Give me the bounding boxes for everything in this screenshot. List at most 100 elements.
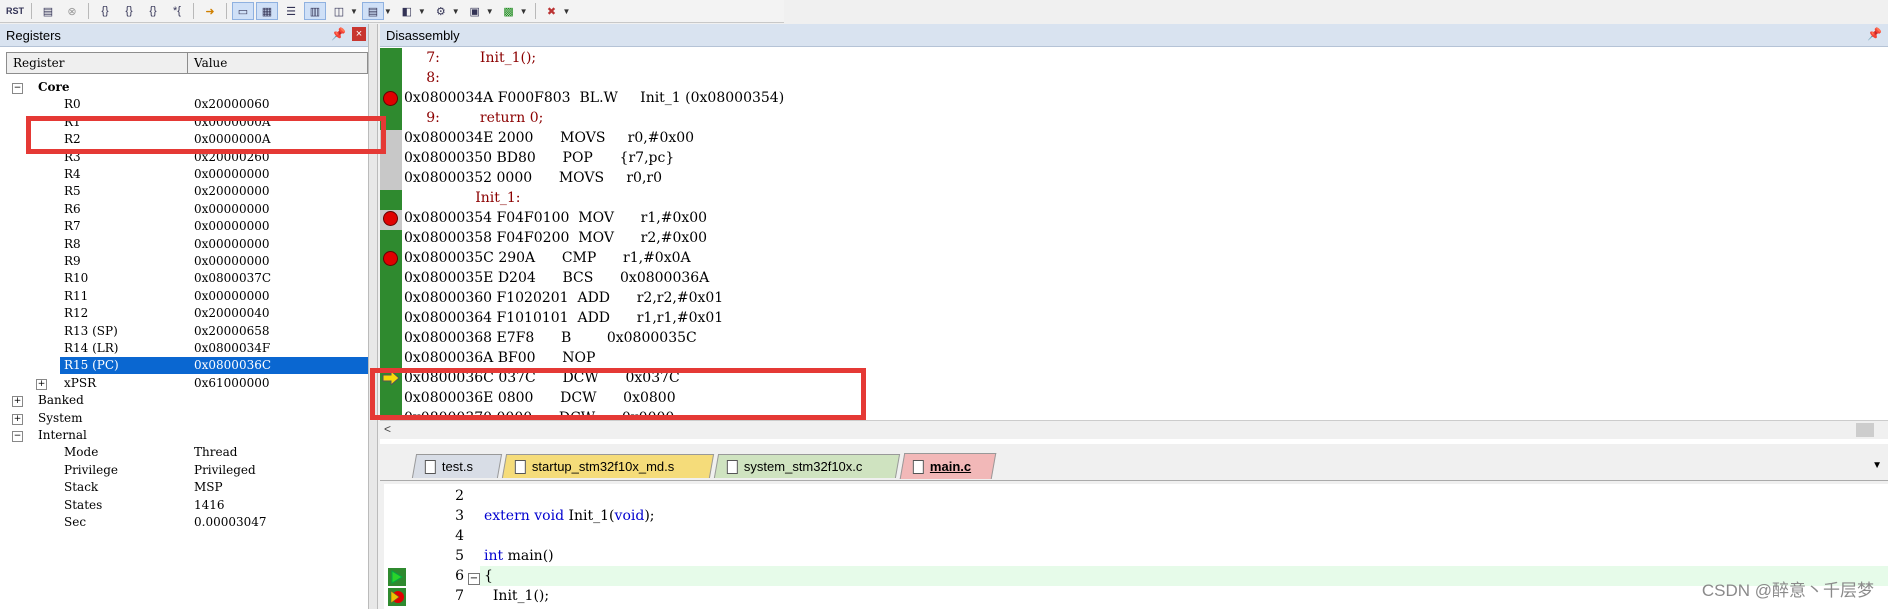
register-value[interactable]: 0x00000000 — [194, 201, 269, 218]
system-viewer-icon[interactable]: ▩ — [498, 2, 520, 20]
memory-window-icon[interactable]: ▤ — [361, 2, 384, 20]
symbols-window-icon[interactable]: ☰ — [280, 2, 302, 20]
register-row[interactable]: Sec 0.00003047 — [60, 514, 368, 531]
register-row[interactable]: Stack MSP — [60, 479, 368, 496]
disassembly-instruction-line[interactable]: 0x08000360 F1020201 ADD r2,r2,#0x01 — [404, 288, 723, 308]
register-value[interactable]: 0x00000000 — [194, 218, 269, 235]
register-row[interactable]: R9 0x00000000 — [60, 253, 368, 270]
registers-window-icon[interactable]: ▤ — [37, 2, 59, 20]
disassembly-instruction-line[interactable]: 0x08000350 BD80 POP {r7,pc} — [404, 148, 674, 168]
disassembly-instruction-line[interactable]: 0x08000364 F1010101 ADD r1,r1,#0x01 — [404, 308, 723, 328]
source-editor[interactable]: − 2 3 extern void Init_1(void); 4 5 int main(… — [384, 484, 1888, 609]
tab-main-c[interactable]: main.c — [899, 453, 997, 479]
run-to-cursor-icon[interactable]: *{ — [166, 2, 188, 20]
breakpoint-icon[interactable] — [383, 251, 398, 266]
register-group-core[interactable]: − Core — [0, 79, 368, 96]
register-row[interactable]: R4 0x00000000 — [60, 166, 368, 183]
analysis-window-icon[interactable]: ⚙ — [430, 2, 452, 20]
call-stack-icon[interactable]: ▥ — [304, 2, 326, 20]
stop-icon[interactable]: ⊗ — [61, 2, 83, 20]
serial-window-icon[interactable]: ◧ — [396, 2, 418, 20]
chevron-down-icon[interactable]: ▼ — [384, 7, 392, 16]
breakpoint-icon[interactable] — [383, 91, 398, 106]
disassembly-instruction-line[interactable]: 0x0800034E 2000 MOVS r0,#0x00 — [404, 128, 694, 148]
register-value[interactable]: 0x0800034F — [194, 340, 270, 357]
register-row[interactable]: R11 0x00000000 — [60, 288, 368, 305]
close-icon[interactable]: × — [352, 27, 366, 41]
chevron-down-icon[interactable]: ▼ — [1872, 460, 1882, 471]
register-value[interactable]: 0x20000060 — [194, 96, 269, 113]
register-value[interactable]: 0x20000658 — [194, 323, 269, 340]
disassembly-instruction-line[interactable]: 0x0800035E D204 BCS 0x0800036A — [404, 268, 709, 288]
collapse-icon[interactable]: − — [12, 83, 23, 94]
code-line[interactable]: int main() — [484, 546, 554, 566]
register-value[interactable]: 0x00000000 — [194, 166, 269, 183]
register-value[interactable]: 0x0800036C — [194, 357, 271, 374]
register-row[interactable]: R14 (LR) 0x0800034F — [60, 340, 368, 357]
register-value[interactable]: 0x20000040 — [194, 305, 269, 322]
register-row[interactable]: R5 0x20000000 — [60, 183, 368, 200]
scrollbar-thumb[interactable] — [1856, 423, 1874, 437]
register-group-internal[interactable]: − Internal — [0, 427, 368, 444]
chevron-down-icon[interactable]: ▼ — [520, 7, 528, 16]
collapse-icon[interactable]: − — [12, 431, 23, 442]
register-row[interactable]: Privilege Privileged — [60, 462, 368, 479]
tab-startup-stm32f10x-md-s[interactable]: startup_stm32f10x_md.s — [501, 454, 715, 478]
code-line[interactable]: { — [484, 566, 493, 586]
horizontal-scrollbar[interactable]: < — [380, 420, 1888, 439]
chevron-down-icon[interactable]: ▼ — [486, 7, 494, 16]
code-line[interactable]: extern void Init_1(void); — [484, 506, 655, 526]
toolbox-icon[interactable]: ✖ — [541, 2, 563, 20]
register-value[interactable]: 1416 — [194, 497, 225, 514]
register-row[interactable]: R7 0x00000000 — [60, 218, 368, 235]
disassembly-instruction-line[interactable]: 0x08000354 F04F0100 MOV r1,#0x00 — [404, 208, 707, 228]
pin-icon[interactable]: 📌 — [1867, 27, 1882, 41]
column-register[interactable]: Register — [7, 53, 188, 73]
breakpoint-icon[interactable] — [383, 211, 398, 226]
register-row[interactable]: R10 0x0800037C — [60, 270, 368, 287]
register-row[interactable]: xPSR 0x61000000 + — [36, 375, 368, 392]
expand-icon[interactable]: + — [12, 413, 23, 425]
register-value[interactable]: 0x0800037C — [194, 270, 271, 287]
pin-icon[interactable]: 📌 — [331, 27, 346, 41]
chevron-down-icon[interactable]: ▼ — [563, 7, 571, 16]
register-row[interactable]: Mode Thread — [60, 444, 368, 461]
chevron-down-icon[interactable]: ▼ — [418, 7, 426, 16]
disassembly-source-line[interactable]: 8: — [404, 68, 440, 88]
disassembly-instruction-line[interactable]: 0x0800034A F000F803 BL.W Init_1 (0x08000… — [404, 88, 784, 108]
tab-test-s[interactable]: test.s — [411, 454, 503, 478]
column-value[interactable]: Value — [188, 53, 233, 73]
register-row[interactable]: R8 0x00000000 — [60, 236, 368, 253]
disassembly-instruction-line[interactable]: 0x08000368 E7F8 B 0x0800035C — [404, 328, 697, 348]
chevron-down-icon[interactable]: ▼ — [350, 7, 358, 16]
disassembly-instruction-line[interactable]: 0x0800035C 290A CMP r1,#0x0A — [404, 248, 691, 268]
step-into-icon[interactable]: {} — [94, 2, 116, 20]
scroll-left-icon[interactable]: < — [384, 422, 391, 436]
register-value[interactable]: MSP — [194, 479, 223, 496]
expand-icon[interactable]: + — [36, 378, 47, 390]
disassembly-source-line[interactable]: 7: Init_1(); — [404, 48, 536, 68]
register-value[interactable]: 0x61000000 — [194, 375, 269, 392]
register-row[interactable]: R13 (SP) 0x20000658 — [60, 323, 368, 340]
reset-icon[interactable]: RST — [4, 2, 26, 20]
panel-splitter[interactable] — [368, 24, 378, 609]
show-next-statement-icon[interactable]: ➜ — [199, 2, 221, 20]
register-row[interactable]: States 1416 — [60, 497, 368, 514]
expand-icon[interactable]: + — [12, 396, 23, 408]
tab-system-stm32f10x-c[interactable]: system_stm32f10x.c — [713, 454, 901, 478]
register-row[interactable]: R6 0x00000000 — [60, 201, 368, 218]
disassembly-instruction-line[interactable]: 0x08000358 F04F0200 MOV r2,#0x00 — [404, 228, 707, 248]
register-value[interactable]: 0x00000000 — [194, 236, 269, 253]
register-row[interactable]: R15 (PC) 0x0800036C — [60, 357, 368, 375]
fold-toggle-icon[interactable]: − — [468, 573, 480, 585]
disassembly-source-line[interactable]: Init_1: — [404, 188, 520, 208]
command-window-icon[interactable]: ▭ — [232, 2, 254, 20]
step-over-icon[interactable]: {} — [118, 2, 140, 20]
register-group-system[interactable]: + System — [0, 410, 368, 427]
code-line[interactable]: Init_1(); — [484, 586, 549, 606]
register-row[interactable]: R0 0x20000060 — [60, 96, 368, 113]
register-value[interactable]: 0x00000000 — [194, 288, 269, 305]
step-out-icon[interactable]: {} — [142, 2, 164, 20]
register-value[interactable]: 0x00000000 — [194, 253, 269, 270]
register-value[interactable]: Privileged — [194, 462, 256, 479]
